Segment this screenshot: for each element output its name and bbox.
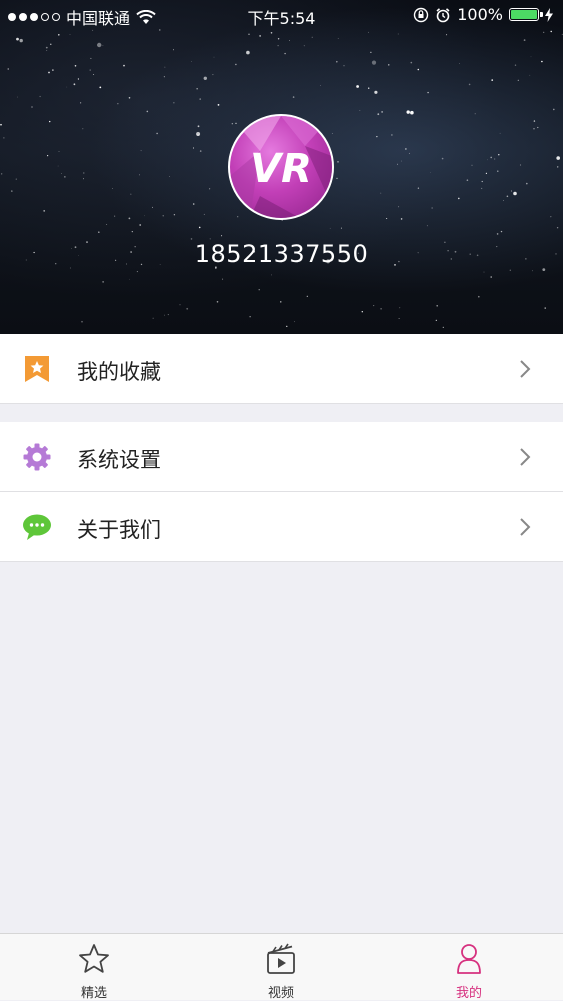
menu-item-about[interactable]: 关于我们 xyxy=(0,492,563,562)
tab-label-video: 视频 xyxy=(267,986,294,1001)
tab-video[interactable]: 视频 xyxy=(221,934,341,1001)
bookmark-star-icon xyxy=(25,356,49,382)
vr-logo-icon: VR xyxy=(230,116,332,218)
charging-bolt-icon xyxy=(545,7,553,22)
menu-label-favorites: 我的收藏 xyxy=(77,360,161,384)
tab-label-mine: 我的 xyxy=(455,986,482,1001)
alarm-icon xyxy=(436,7,450,22)
battery-icon xyxy=(509,8,543,21)
status-bar: 中国联通 下午5:54 100% xyxy=(0,0,563,30)
battery-percent: 100% xyxy=(457,5,503,24)
person-icon xyxy=(457,944,481,974)
star-icon xyxy=(79,944,109,973)
orientation-lock-icon xyxy=(414,7,429,22)
menu-item-favorites[interactable]: 我的收藏 xyxy=(0,334,563,404)
chat-bubble-icon xyxy=(23,514,51,540)
menu-label-settings: 系统设置 xyxy=(77,448,161,472)
gear-icon xyxy=(23,443,51,471)
chevron-right-icon xyxy=(520,360,531,378)
menu-group-favorites: 我的收藏 xyxy=(0,334,563,404)
bottom-tab-bar: 精选 视频 我的 xyxy=(0,933,563,1001)
tab-label-featured: 精选 xyxy=(80,986,107,1001)
tab-mine[interactable]: 我的 xyxy=(409,934,529,1001)
chevron-right-icon xyxy=(520,448,531,466)
avatar[interactable]: VR xyxy=(228,114,334,220)
tab-featured[interactable]: 精选 xyxy=(34,934,154,1001)
menu-item-settings[interactable]: 系统设置 xyxy=(0,422,563,492)
avatar-logo-text: VR xyxy=(250,146,312,192)
profile-header: 中国联通 下午5:54 100% VR 18521337550 xyxy=(0,0,563,334)
menu-label-about: 关于我们 xyxy=(77,518,161,542)
user-phone-number: 18521337550 xyxy=(194,240,369,268)
status-right: 100% xyxy=(413,5,553,24)
menu-group-settings: 系统设置 关于我们 xyxy=(0,422,563,562)
video-clapper-icon xyxy=(267,943,295,974)
chevron-right-icon xyxy=(520,518,531,536)
